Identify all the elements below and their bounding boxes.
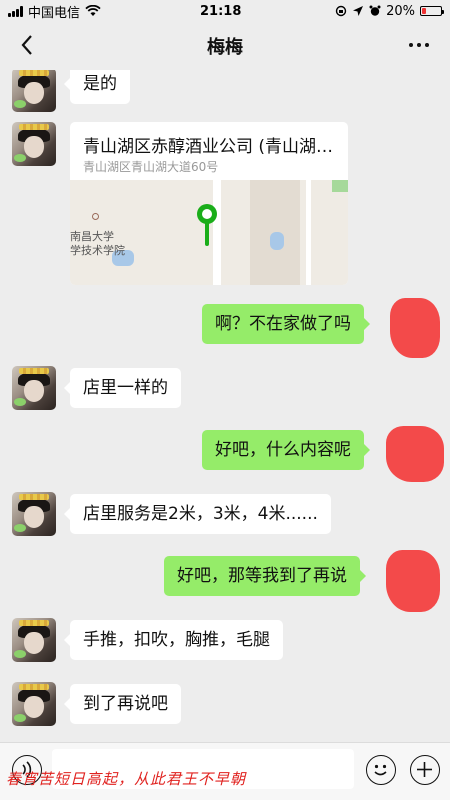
wifi-icon [85, 5, 101, 16]
chat-header: 梅梅 [0, 22, 450, 70]
chat-title: 梅梅 [207, 37, 243, 58]
back-button[interactable] [16, 34, 38, 56]
message-bubble-received[interactable]: 是的 [64, 70, 130, 104]
signal-icon [8, 5, 23, 17]
battery-percent: 20% [386, 3, 415, 19]
plus-icon [417, 762, 432, 777]
status-bar: 中国电信 21:18 20% [0, 0, 450, 22]
more-button[interactable] [406, 34, 432, 56]
message-bubble-sent[interactable]: 好吧，那等我到了再说 [164, 556, 366, 596]
map-label: 学技术学院 [70, 244, 125, 257]
plus-button[interactable] [410, 755, 440, 785]
carrier-label: 中国电信 [28, 5, 81, 21]
location-title: 青山湖区赤醇酒业公司 (青山湖大道60号) [83, 137, 335, 157]
map-road [306, 180, 311, 285]
redacted-avatar [390, 298, 440, 358]
message-list[interactable]: 是的 青山湖区赤醇酒业公司 (青山湖大道60号) 青山湖区青山湖大道60号 南昌… [0, 70, 450, 742]
battery-icon [420, 6, 444, 16]
contact-avatar[interactable] [12, 122, 56, 166]
redacted-avatar [386, 426, 444, 482]
status-left: 中国电信 [8, 2, 101, 21]
contact-avatar[interactable] [12, 682, 56, 726]
message-bubble-received[interactable]: 店里服务是2米，3米，4米...... [64, 494, 331, 534]
battery-fill [422, 8, 426, 14]
contact-avatar[interactable] [12, 70, 56, 112]
map-pin-icon [197, 204, 217, 246]
status-right: 20% [335, 3, 444, 19]
message-bubble-received[interactable]: 到了再说吧 [64, 684, 181, 724]
location-address: 青山湖区青山湖大道60号 [83, 160, 219, 174]
map-park [332, 180, 348, 192]
message-bubble-received[interactable]: 店里一样的 [64, 368, 181, 408]
message-bubble-received[interactable]: 手推，扣吹，胸推，毛腿 [64, 620, 283, 660]
map-poi-icon [92, 213, 99, 220]
watermark-text: 春宵苦短日高起，从此君王不早朝 [6, 770, 247, 788]
location-map[interactable]: 南昌大学 学技术学院 [70, 180, 348, 285]
location-icon [353, 6, 364, 16]
contact-avatar[interactable] [12, 492, 56, 536]
alarm-icon [369, 5, 381, 16]
more-icon [409, 43, 413, 47]
map-water [270, 232, 284, 250]
message-bubble-sent[interactable]: 啊？不在家做了吗 [202, 304, 370, 344]
emoji-button[interactable] [366, 755, 396, 785]
contact-avatar[interactable] [12, 618, 56, 662]
contact-avatar[interactable] [12, 366, 56, 410]
status-time: 21:18 [200, 3, 242, 19]
screen-lock-icon [335, 5, 347, 17]
chevron-left-icon [21, 35, 32, 55]
redacted-avatar [386, 550, 440, 612]
location-message-card[interactable]: 青山湖区赤醇酒业公司 (青山湖大道60号) 青山湖区青山湖大道60号 南昌大学 … [70, 122, 348, 285]
emoji-icon [374, 764, 387, 776]
message-bubble-sent[interactable]: 好吧，什么内容呢 [202, 430, 370, 470]
